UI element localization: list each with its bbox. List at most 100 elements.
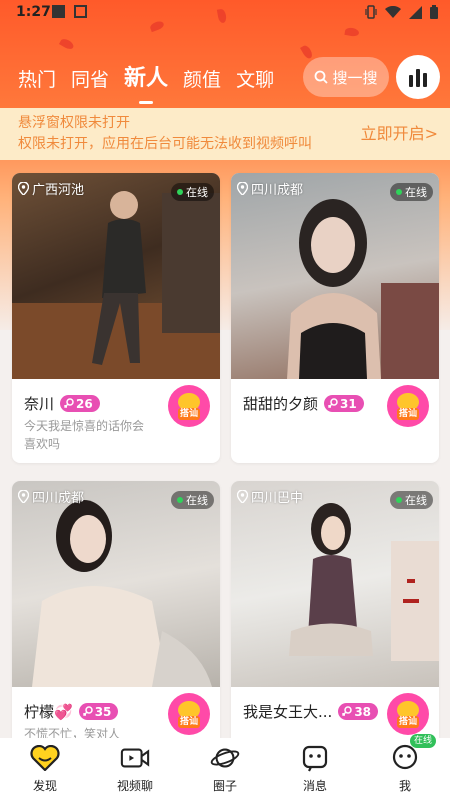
person-silhouette <box>32 500 212 687</box>
location-label: 四川巴中 <box>237 487 303 506</box>
location-text: 四川巴中 <box>251 491 304 506</box>
permission-notice[interactable]: 悬浮窗权限未打开 权限未打开，应用在后台可能无法收到视频呼叫 立即开启> <box>0 108 450 160</box>
search-label: 搜一搜 <box>332 68 378 87</box>
tab-text-chat[interactable]: 文聊 <box>236 65 274 92</box>
online-badge: 在线 <box>171 491 214 509</box>
online-dot-icon <box>177 497 183 503</box>
status-bar: 1:27 <box>0 0 450 26</box>
tab-hot[interactable]: 热门 <box>18 65 56 92</box>
nav-label: 发现 <box>32 779 57 793</box>
online-badge: 在线 <box>171 183 214 201</box>
message-icon <box>300 743 330 773</box>
greet-label: 搭讪 <box>396 715 419 728</box>
tab-same-province[interactable]: 同省 <box>71 65 109 92</box>
vibrate-icon <box>365 5 377 19</box>
name-row: 奈川 26 <box>24 393 100 414</box>
name-row: 柠檬💞 35 <box>24 701 119 722</box>
heart-icon <box>30 743 60 773</box>
age-value: 38 <box>354 704 372 719</box>
online-text: 在线 <box>186 186 208 199</box>
nav-discover[interactable]: 发现 <box>0 738 90 800</box>
user-card[interactable]: 广西河池 在线 奈川 26 今天我是惊喜的话你会喜欢吗 搭讪 <box>12 173 220 463</box>
age-value: 26 <box>76 396 93 411</box>
nav-label: 圈子 <box>212 779 237 793</box>
tab-newcomer[interactable]: 新人 <box>124 60 168 104</box>
nav-label: 我 <box>398 779 411 793</box>
female-icon <box>342 706 353 716</box>
greet-button[interactable]: 搭讪 <box>168 693 210 735</box>
greet-label: 搭讪 <box>177 407 200 420</box>
location-pin-icon <box>18 182 29 195</box>
tab-looks[interactable]: 颜值 <box>183 65 221 92</box>
age-value: 31 <box>340 396 357 411</box>
bar-chart-icon <box>409 69 427 87</box>
online-text: 在线 <box>405 186 427 199</box>
status-icons <box>365 5 438 19</box>
planet-icon <box>210 743 240 773</box>
wifi-icon <box>385 5 401 18</box>
petal-decoration <box>344 26 360 38</box>
nav-label: 消息 <box>302 779 327 793</box>
user-photo: 四川成都 在线 <box>12 481 220 687</box>
age-value: 35 <box>94 704 112 719</box>
location-label: 四川成都 <box>18 487 84 506</box>
online-text: 在线 <box>186 494 208 507</box>
user-card[interactable]: 四川成都 在线 柠檬💞 35 不慌不忙，笑对人 搭讪 <box>12 481 220 771</box>
location-text: 广西河池 <box>32 183 85 198</box>
online-badge: 在线 <box>390 491 433 509</box>
ranking-button[interactable] <box>396 55 440 99</box>
battery-icon <box>430 5 438 19</box>
notification-icon <box>52 5 65 18</box>
greet-button[interactable]: 搭讪 <box>387 693 429 735</box>
person-silhouette <box>289 503 439 661</box>
location-label: 四川成都 <box>237 179 303 198</box>
online-dot-icon <box>396 189 402 195</box>
online-text: 在线 <box>405 494 427 507</box>
online-status-badge: 在线 <box>409 734 436 748</box>
signal-icon <box>409 5 422 19</box>
female-icon <box>328 398 338 408</box>
category-tabs: 热门 同省 新人 颜值 文聊 <box>18 60 274 104</box>
bottom-nav: 发现 视频聊 圈子 消息 在线 我 <box>0 734 450 800</box>
online-badge: 在线 <box>390 183 433 201</box>
user-name: 甜甜的夕颜 <box>243 395 319 413</box>
age-badge: 38 <box>338 703 379 720</box>
age-badge: 35 <box>78 703 119 720</box>
female-icon <box>64 398 74 408</box>
nav-label: 视频聊 <box>116 779 153 793</box>
user-signature: 今天我是惊喜的话你会喜欢吗 <box>24 419 145 451</box>
nav-profile[interactable]: 在线 我 <box>360 734 450 800</box>
location-label: 广西河池 <box>18 179 84 198</box>
female-icon <box>82 706 93 716</box>
greet-label: 搭讪 <box>177 715 200 728</box>
online-dot-icon <box>177 189 183 195</box>
greet-button[interactable]: 搭讪 <box>168 385 210 427</box>
search-button[interactable]: 搜一搜 <box>303 57 389 97</box>
location-pin-icon <box>237 182 248 195</box>
petal-decoration <box>58 37 76 51</box>
user-name: 我是女王大... <box>243 703 333 721</box>
user-photo: 四川巴中 在线 <box>231 481 439 687</box>
online-dot-icon <box>396 497 402 503</box>
name-row: 甜甜的夕颜 31 <box>243 393 364 414</box>
user-card[interactable]: 四川巴中 在线 我是女王大... 38 搭讪 <box>231 481 439 771</box>
location-text: 四川成都 <box>32 491 85 506</box>
location-text: 四川成都 <box>251 183 304 198</box>
petal-decoration <box>300 43 314 61</box>
enable-now-link[interactable]: 立即开启> <box>361 123 438 144</box>
greet-label: 搭讪 <box>396 407 419 420</box>
user-photo: 广西河池 在线 <box>12 173 220 379</box>
user-card[interactable]: 四川成都 在线 甜甜的夕颜 31 搭讪 <box>231 173 439 463</box>
location-pin-icon <box>237 490 248 503</box>
nav-circle[interactable]: 圈子 <box>180 738 270 800</box>
person-silhouette <box>12 191 220 379</box>
nav-video-chat[interactable]: 视频聊 <box>90 738 180 800</box>
user-name: 柠檬💞 <box>24 703 73 721</box>
greet-button[interactable]: 搭讪 <box>387 385 429 427</box>
name-row: 我是女王大... 38 <box>243 701 379 722</box>
user-name: 奈川 <box>24 395 55 413</box>
location-pin-icon <box>18 490 29 503</box>
nav-messages[interactable]: 消息 <box>270 738 360 800</box>
notification-icon <box>74 5 87 18</box>
age-badge: 26 <box>60 395 100 412</box>
